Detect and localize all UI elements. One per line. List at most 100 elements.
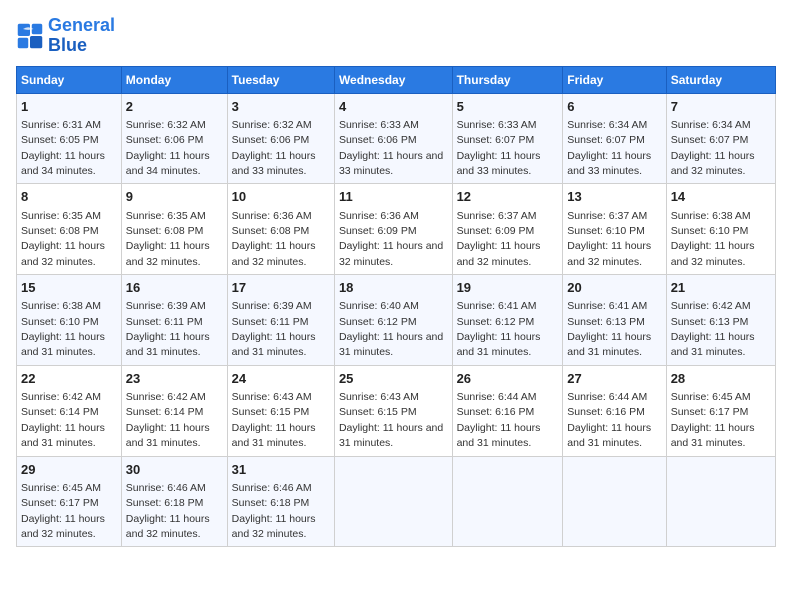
day-number: 22 bbox=[21, 370, 117, 388]
calendar-cell: 3 Sunrise: 6:32 AMSunset: 6:06 PMDayligh… bbox=[227, 93, 334, 184]
calendar-cell: 27 Sunrise: 6:44 AMSunset: 6:16 PMDaylig… bbox=[563, 365, 666, 456]
cell-detail: Sunrise: 6:38 AMSunset: 6:10 PMDaylight:… bbox=[671, 210, 755, 268]
cell-detail: Sunrise: 6:32 AMSunset: 6:06 PMDaylight:… bbox=[232, 119, 316, 177]
calendar-cell: 4 Sunrise: 6:33 AMSunset: 6:06 PMDayligh… bbox=[334, 93, 452, 184]
day-number: 28 bbox=[671, 370, 771, 388]
calendar-cell: 23 Sunrise: 6:42 AMSunset: 6:14 PMDaylig… bbox=[121, 365, 227, 456]
cell-detail: Sunrise: 6:33 AMSunset: 6:07 PMDaylight:… bbox=[457, 119, 541, 177]
cell-detail: Sunrise: 6:38 AMSunset: 6:10 PMDaylight:… bbox=[21, 300, 105, 358]
logo-icon bbox=[16, 22, 44, 50]
calendar-cell bbox=[666, 456, 775, 547]
calendar-cell: 28 Sunrise: 6:45 AMSunset: 6:17 PMDaylig… bbox=[666, 365, 775, 456]
day-number: 14 bbox=[671, 188, 771, 206]
day-number: 2 bbox=[126, 98, 223, 116]
day-number: 12 bbox=[457, 188, 559, 206]
cell-detail: Sunrise: 6:44 AMSunset: 6:16 PMDaylight:… bbox=[457, 391, 541, 449]
day-number: 4 bbox=[339, 98, 448, 116]
day-number: 23 bbox=[126, 370, 223, 388]
calendar-cell: 5 Sunrise: 6:33 AMSunset: 6:07 PMDayligh… bbox=[452, 93, 563, 184]
cell-detail: Sunrise: 6:44 AMSunset: 6:16 PMDaylight:… bbox=[567, 391, 651, 449]
cell-detail: Sunrise: 6:45 AMSunset: 6:17 PMDaylight:… bbox=[671, 391, 755, 449]
calendar-cell: 17 Sunrise: 6:39 AMSunset: 6:11 PMDaylig… bbox=[227, 275, 334, 366]
calendar-cell bbox=[334, 456, 452, 547]
calendar-header-monday: Monday bbox=[121, 66, 227, 93]
calendar-header-friday: Friday bbox=[563, 66, 666, 93]
day-number: 10 bbox=[232, 188, 330, 206]
calendar-cell: 7 Sunrise: 6:34 AMSunset: 6:07 PMDayligh… bbox=[666, 93, 775, 184]
cell-detail: Sunrise: 6:39 AMSunset: 6:11 PMDaylight:… bbox=[232, 300, 316, 358]
day-number: 24 bbox=[232, 370, 330, 388]
cell-detail: Sunrise: 6:33 AMSunset: 6:06 PMDaylight:… bbox=[339, 119, 443, 177]
calendar-cell: 19 Sunrise: 6:41 AMSunset: 6:12 PMDaylig… bbox=[452, 275, 563, 366]
calendar-week-4: 22 Sunrise: 6:42 AMSunset: 6:14 PMDaylig… bbox=[17, 365, 776, 456]
page-header: GeneralBlue bbox=[16, 16, 776, 56]
day-number: 16 bbox=[126, 279, 223, 297]
day-number: 20 bbox=[567, 279, 661, 297]
calendar-week-2: 8 Sunrise: 6:35 AMSunset: 6:08 PMDayligh… bbox=[17, 184, 776, 275]
day-number: 31 bbox=[232, 461, 330, 479]
day-number: 15 bbox=[21, 279, 117, 297]
day-number: 1 bbox=[21, 98, 117, 116]
logo: GeneralBlue bbox=[16, 16, 115, 56]
calendar-cell: 14 Sunrise: 6:38 AMSunset: 6:10 PMDaylig… bbox=[666, 184, 775, 275]
cell-detail: Sunrise: 6:36 AMSunset: 6:08 PMDaylight:… bbox=[232, 210, 316, 268]
cell-detail: Sunrise: 6:45 AMSunset: 6:17 PMDaylight:… bbox=[21, 482, 105, 540]
cell-detail: Sunrise: 6:31 AMSunset: 6:05 PMDaylight:… bbox=[21, 119, 105, 177]
calendar-cell: 24 Sunrise: 6:43 AMSunset: 6:15 PMDaylig… bbox=[227, 365, 334, 456]
calendar-table: SundayMondayTuesdayWednesdayThursdayFrid… bbox=[16, 66, 776, 548]
calendar-cell: 31 Sunrise: 6:46 AMSunset: 6:18 PMDaylig… bbox=[227, 456, 334, 547]
cell-detail: Sunrise: 6:35 AMSunset: 6:08 PMDaylight:… bbox=[126, 210, 210, 268]
cell-detail: Sunrise: 6:42 AMSunset: 6:14 PMDaylight:… bbox=[126, 391, 210, 449]
calendar-cell: 8 Sunrise: 6:35 AMSunset: 6:08 PMDayligh… bbox=[17, 184, 122, 275]
cell-detail: Sunrise: 6:34 AMSunset: 6:07 PMDaylight:… bbox=[671, 119, 755, 177]
calendar-week-5: 29 Sunrise: 6:45 AMSunset: 6:17 PMDaylig… bbox=[17, 456, 776, 547]
day-number: 29 bbox=[21, 461, 117, 479]
day-number: 9 bbox=[126, 188, 223, 206]
cell-detail: Sunrise: 6:46 AMSunset: 6:18 PMDaylight:… bbox=[126, 482, 210, 540]
day-number: 26 bbox=[457, 370, 559, 388]
calendar-cell: 22 Sunrise: 6:42 AMSunset: 6:14 PMDaylig… bbox=[17, 365, 122, 456]
cell-detail: Sunrise: 6:41 AMSunset: 6:13 PMDaylight:… bbox=[567, 300, 651, 358]
cell-detail: Sunrise: 6:43 AMSunset: 6:15 PMDaylight:… bbox=[339, 391, 443, 449]
calendar-cell: 9 Sunrise: 6:35 AMSunset: 6:08 PMDayligh… bbox=[121, 184, 227, 275]
cell-detail: Sunrise: 6:40 AMSunset: 6:12 PMDaylight:… bbox=[339, 300, 443, 358]
calendar-cell: 25 Sunrise: 6:43 AMSunset: 6:15 PMDaylig… bbox=[334, 365, 452, 456]
day-number: 8 bbox=[21, 188, 117, 206]
calendar-cell bbox=[563, 456, 666, 547]
day-number: 27 bbox=[567, 370, 661, 388]
day-number: 18 bbox=[339, 279, 448, 297]
day-number: 7 bbox=[671, 98, 771, 116]
cell-detail: Sunrise: 6:41 AMSunset: 6:12 PMDaylight:… bbox=[457, 300, 541, 358]
logo-text: GeneralBlue bbox=[48, 16, 115, 56]
calendar-cell: 20 Sunrise: 6:41 AMSunset: 6:13 PMDaylig… bbox=[563, 275, 666, 366]
day-number: 5 bbox=[457, 98, 559, 116]
day-number: 13 bbox=[567, 188, 661, 206]
calendar-cell: 29 Sunrise: 6:45 AMSunset: 6:17 PMDaylig… bbox=[17, 456, 122, 547]
cell-detail: Sunrise: 6:37 AMSunset: 6:10 PMDaylight:… bbox=[567, 210, 651, 268]
cell-detail: Sunrise: 6:42 AMSunset: 6:14 PMDaylight:… bbox=[21, 391, 105, 449]
cell-detail: Sunrise: 6:42 AMSunset: 6:13 PMDaylight:… bbox=[671, 300, 755, 358]
cell-detail: Sunrise: 6:43 AMSunset: 6:15 PMDaylight:… bbox=[232, 391, 316, 449]
day-number: 3 bbox=[232, 98, 330, 116]
calendar-cell: 21 Sunrise: 6:42 AMSunset: 6:13 PMDaylig… bbox=[666, 275, 775, 366]
calendar-header-saturday: Saturday bbox=[666, 66, 775, 93]
calendar-cell: 13 Sunrise: 6:37 AMSunset: 6:10 PMDaylig… bbox=[563, 184, 666, 275]
cell-detail: Sunrise: 6:37 AMSunset: 6:09 PMDaylight:… bbox=[457, 210, 541, 268]
day-number: 17 bbox=[232, 279, 330, 297]
day-number: 6 bbox=[567, 98, 661, 116]
calendar-cell: 10 Sunrise: 6:36 AMSunset: 6:08 PMDaylig… bbox=[227, 184, 334, 275]
calendar-cell: 16 Sunrise: 6:39 AMSunset: 6:11 PMDaylig… bbox=[121, 275, 227, 366]
calendar-header-row: SundayMondayTuesdayWednesdayThursdayFrid… bbox=[17, 66, 776, 93]
calendar-cell: 30 Sunrise: 6:46 AMSunset: 6:18 PMDaylig… bbox=[121, 456, 227, 547]
cell-detail: Sunrise: 6:39 AMSunset: 6:11 PMDaylight:… bbox=[126, 300, 210, 358]
cell-detail: Sunrise: 6:34 AMSunset: 6:07 PMDaylight:… bbox=[567, 119, 651, 177]
calendar-week-1: 1 Sunrise: 6:31 AMSunset: 6:05 PMDayligh… bbox=[17, 93, 776, 184]
calendar-cell: 11 Sunrise: 6:36 AMSunset: 6:09 PMDaylig… bbox=[334, 184, 452, 275]
calendar-header-tuesday: Tuesday bbox=[227, 66, 334, 93]
calendar-cell: 2 Sunrise: 6:32 AMSunset: 6:06 PMDayligh… bbox=[121, 93, 227, 184]
day-number: 30 bbox=[126, 461, 223, 479]
calendar-cell: 18 Sunrise: 6:40 AMSunset: 6:12 PMDaylig… bbox=[334, 275, 452, 366]
calendar-header-wednesday: Wednesday bbox=[334, 66, 452, 93]
calendar-cell: 15 Sunrise: 6:38 AMSunset: 6:10 PMDaylig… bbox=[17, 275, 122, 366]
day-number: 11 bbox=[339, 188, 448, 206]
